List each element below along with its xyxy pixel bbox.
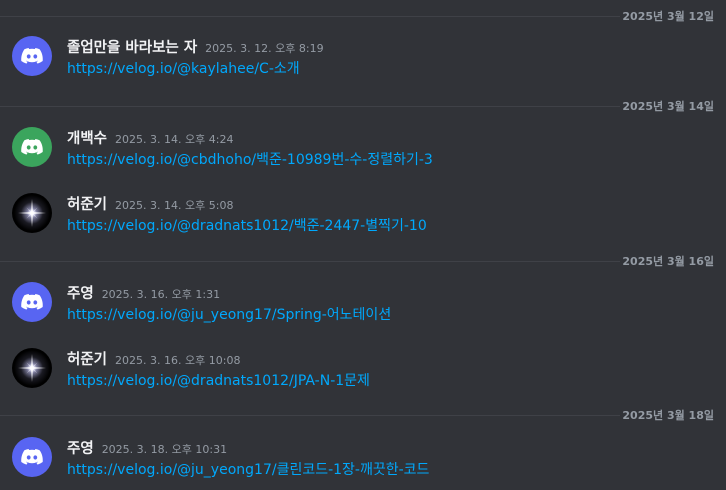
timestamp: 2025. 3. 12. 오후 8:19 — [205, 42, 324, 55]
username[interactable]: 개백수 — [67, 131, 107, 147]
date-divider: 2025년 3월 16일 — [0, 251, 726, 271]
message-link[interactable]: https://velog.io/@ju_yeong17/클린코드-1장-깨끗한… — [67, 459, 429, 479]
message-header: 주영 2025. 3. 18. 오후 10:31 — [67, 437, 227, 458]
divider-date: 2025년 3월 16일 — [622, 255, 714, 268]
timestamp: 2025. 3. 16. 오후 10:08 — [115, 354, 241, 367]
divider-date: 2025년 3월 14일 — [622, 100, 714, 113]
discord-logo-icon — [21, 294, 43, 310]
star-icon — [18, 354, 46, 382]
date-divider: 2025년 3월 14일 — [0, 96, 726, 116]
message-link[interactable]: https://velog.io/@dradnats1012/백준-2447-별… — [67, 215, 427, 235]
avatar[interactable] — [12, 437, 52, 477]
date-divider: 2025년 3월 18일 — [0, 405, 726, 425]
discord-logo-icon — [21, 139, 43, 155]
star-icon — [18, 199, 46, 227]
message-header: 졸업만을 바라보는 자 2025. 3. 12. 오후 8:19 — [67, 36, 324, 57]
message-header: 주영 2025. 3. 16. 오후 1:31 — [67, 282, 220, 303]
message-item: 주영 2025. 3. 18. 오후 10:31 https://velog.io… — [0, 437, 726, 489]
message-link[interactable]: https://velog.io/@cbdhoho/백준-10989번-수-정렬… — [67, 149, 433, 169]
timestamp: 2025. 3. 18. 오후 10:31 — [101, 443, 228, 456]
date-divider: 2025년 3월 12일 — [0, 6, 726, 26]
avatar[interactable] — [12, 282, 52, 322]
divider-date: 2025년 3월 12일 — [622, 10, 714, 23]
username[interactable]: 졸업만을 바라보는 자 — [67, 40, 197, 56]
username[interactable]: 주영 — [67, 286, 94, 302]
divider-line — [0, 261, 620, 262]
username[interactable]: 허준기 — [67, 352, 107, 368]
message-link[interactable]: https://velog.io/@kaylahee/C-소개 — [67, 58, 300, 78]
message-item: 주영 2025. 3. 16. 오후 1:31 https://velog.io/… — [0, 282, 726, 334]
message-link[interactable]: https://velog.io/@dradnats1012/JPA-N-1문제 — [67, 370, 370, 390]
message-item: 졸업만을 바라보는 자 2025. 3. 12. 오후 8:19 https://… — [0, 36, 726, 88]
divider-line — [0, 106, 620, 107]
divider-line — [0, 16, 620, 17]
divider-date: 2025년 3월 18일 — [622, 409, 714, 422]
avatar[interactable] — [12, 348, 52, 388]
discord-logo-icon — [21, 48, 43, 64]
avatar[interactable] — [12, 36, 52, 76]
message-item: 허준기 2025. 3. 16. 오후 10:08 https://velog.i… — [0, 348, 726, 400]
divider-line — [0, 415, 620, 416]
message-item: 개백수 2025. 3. 14. 오후 4:24 https://velog.io… — [0, 127, 726, 179]
avatar[interactable] — [12, 193, 52, 233]
message-header: 허준기 2025. 3. 16. 오후 10:08 — [67, 348, 240, 369]
avatar[interactable] — [12, 127, 52, 167]
timestamp: 2025. 3. 14. 오후 4:24 — [115, 133, 234, 146]
message-item: 허준기 2025. 3. 14. 오후 5:08 https://velog.io… — [0, 193, 726, 245]
timestamp: 2025. 3. 16. 오후 1:31 — [101, 288, 221, 301]
username[interactable]: 주영 — [67, 441, 94, 457]
discord-logo-icon — [21, 449, 43, 465]
timestamp: 2025. 3. 14. 오후 5:08 — [115, 199, 234, 212]
username[interactable]: 허준기 — [67, 197, 107, 213]
message-header: 개백수 2025. 3. 14. 오후 4:24 — [67, 127, 233, 148]
message-header: 허준기 2025. 3. 14. 오후 5:08 — [67, 193, 233, 214]
message-feed: 2025년 3월 12일 졸업만을 바라보는 자 2025. 3. 12. 오후 … — [0, 0, 726, 490]
message-link[interactable]: https://velog.io/@ju_yeong17/Spring-어노테이… — [67, 304, 391, 324]
